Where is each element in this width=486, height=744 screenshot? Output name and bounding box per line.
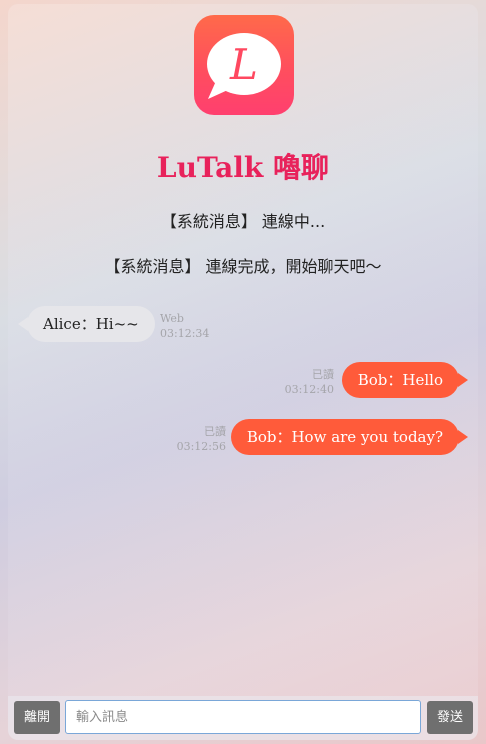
message-text: Bob：Hello — [357, 371, 443, 389]
message-meta: 已讀 03:12:40 — [285, 367, 334, 397]
bubble-tail — [18, 317, 28, 331]
message-time: 03:12:34 — [160, 327, 210, 340]
message-bubble-outgoing: Bob：How are you today? — [230, 419, 468, 455]
read-status: 已讀 — [312, 368, 334, 381]
message-text: Bob：How are you today? — [246, 428, 443, 446]
app-title: LuTalk 嚕聊 — [156, 151, 330, 184]
message-meta: 已讀 03:12:56 — [177, 424, 226, 454]
message-time: 03:12:56 — [176, 440, 226, 453]
system-message: 【系統消息】 連線中... — [160, 212, 326, 231]
message-text: Alice：Hi~~ — [43, 315, 139, 333]
leave-button[interactable]: 離開 — [14, 701, 60, 734]
message-bubble-outgoing: Bob：Hello — [341, 362, 468, 398]
app-logo-icon: L — [194, 15, 294, 115]
message-bubble-incoming: Alice：Hi~~ — [18, 306, 155, 342]
message-source: Web — [160, 312, 184, 325]
system-message: 【系統消息】 連線完成，開始聊天吧～ — [104, 257, 382, 276]
speech-bubble-icon: L — [207, 33, 281, 99]
bubble-tail — [458, 430, 468, 444]
message-time: 03:12:40 — [284, 383, 334, 396]
logo-letter: L — [229, 40, 258, 89]
message-input[interactable] — [65, 700, 421, 734]
send-button[interactable]: 發送 — [427, 701, 473, 734]
bubble-tail — [458, 373, 468, 387]
read-status: 已讀 — [204, 425, 226, 438]
message-meta: Web 03:12:34 — [160, 311, 209, 341]
